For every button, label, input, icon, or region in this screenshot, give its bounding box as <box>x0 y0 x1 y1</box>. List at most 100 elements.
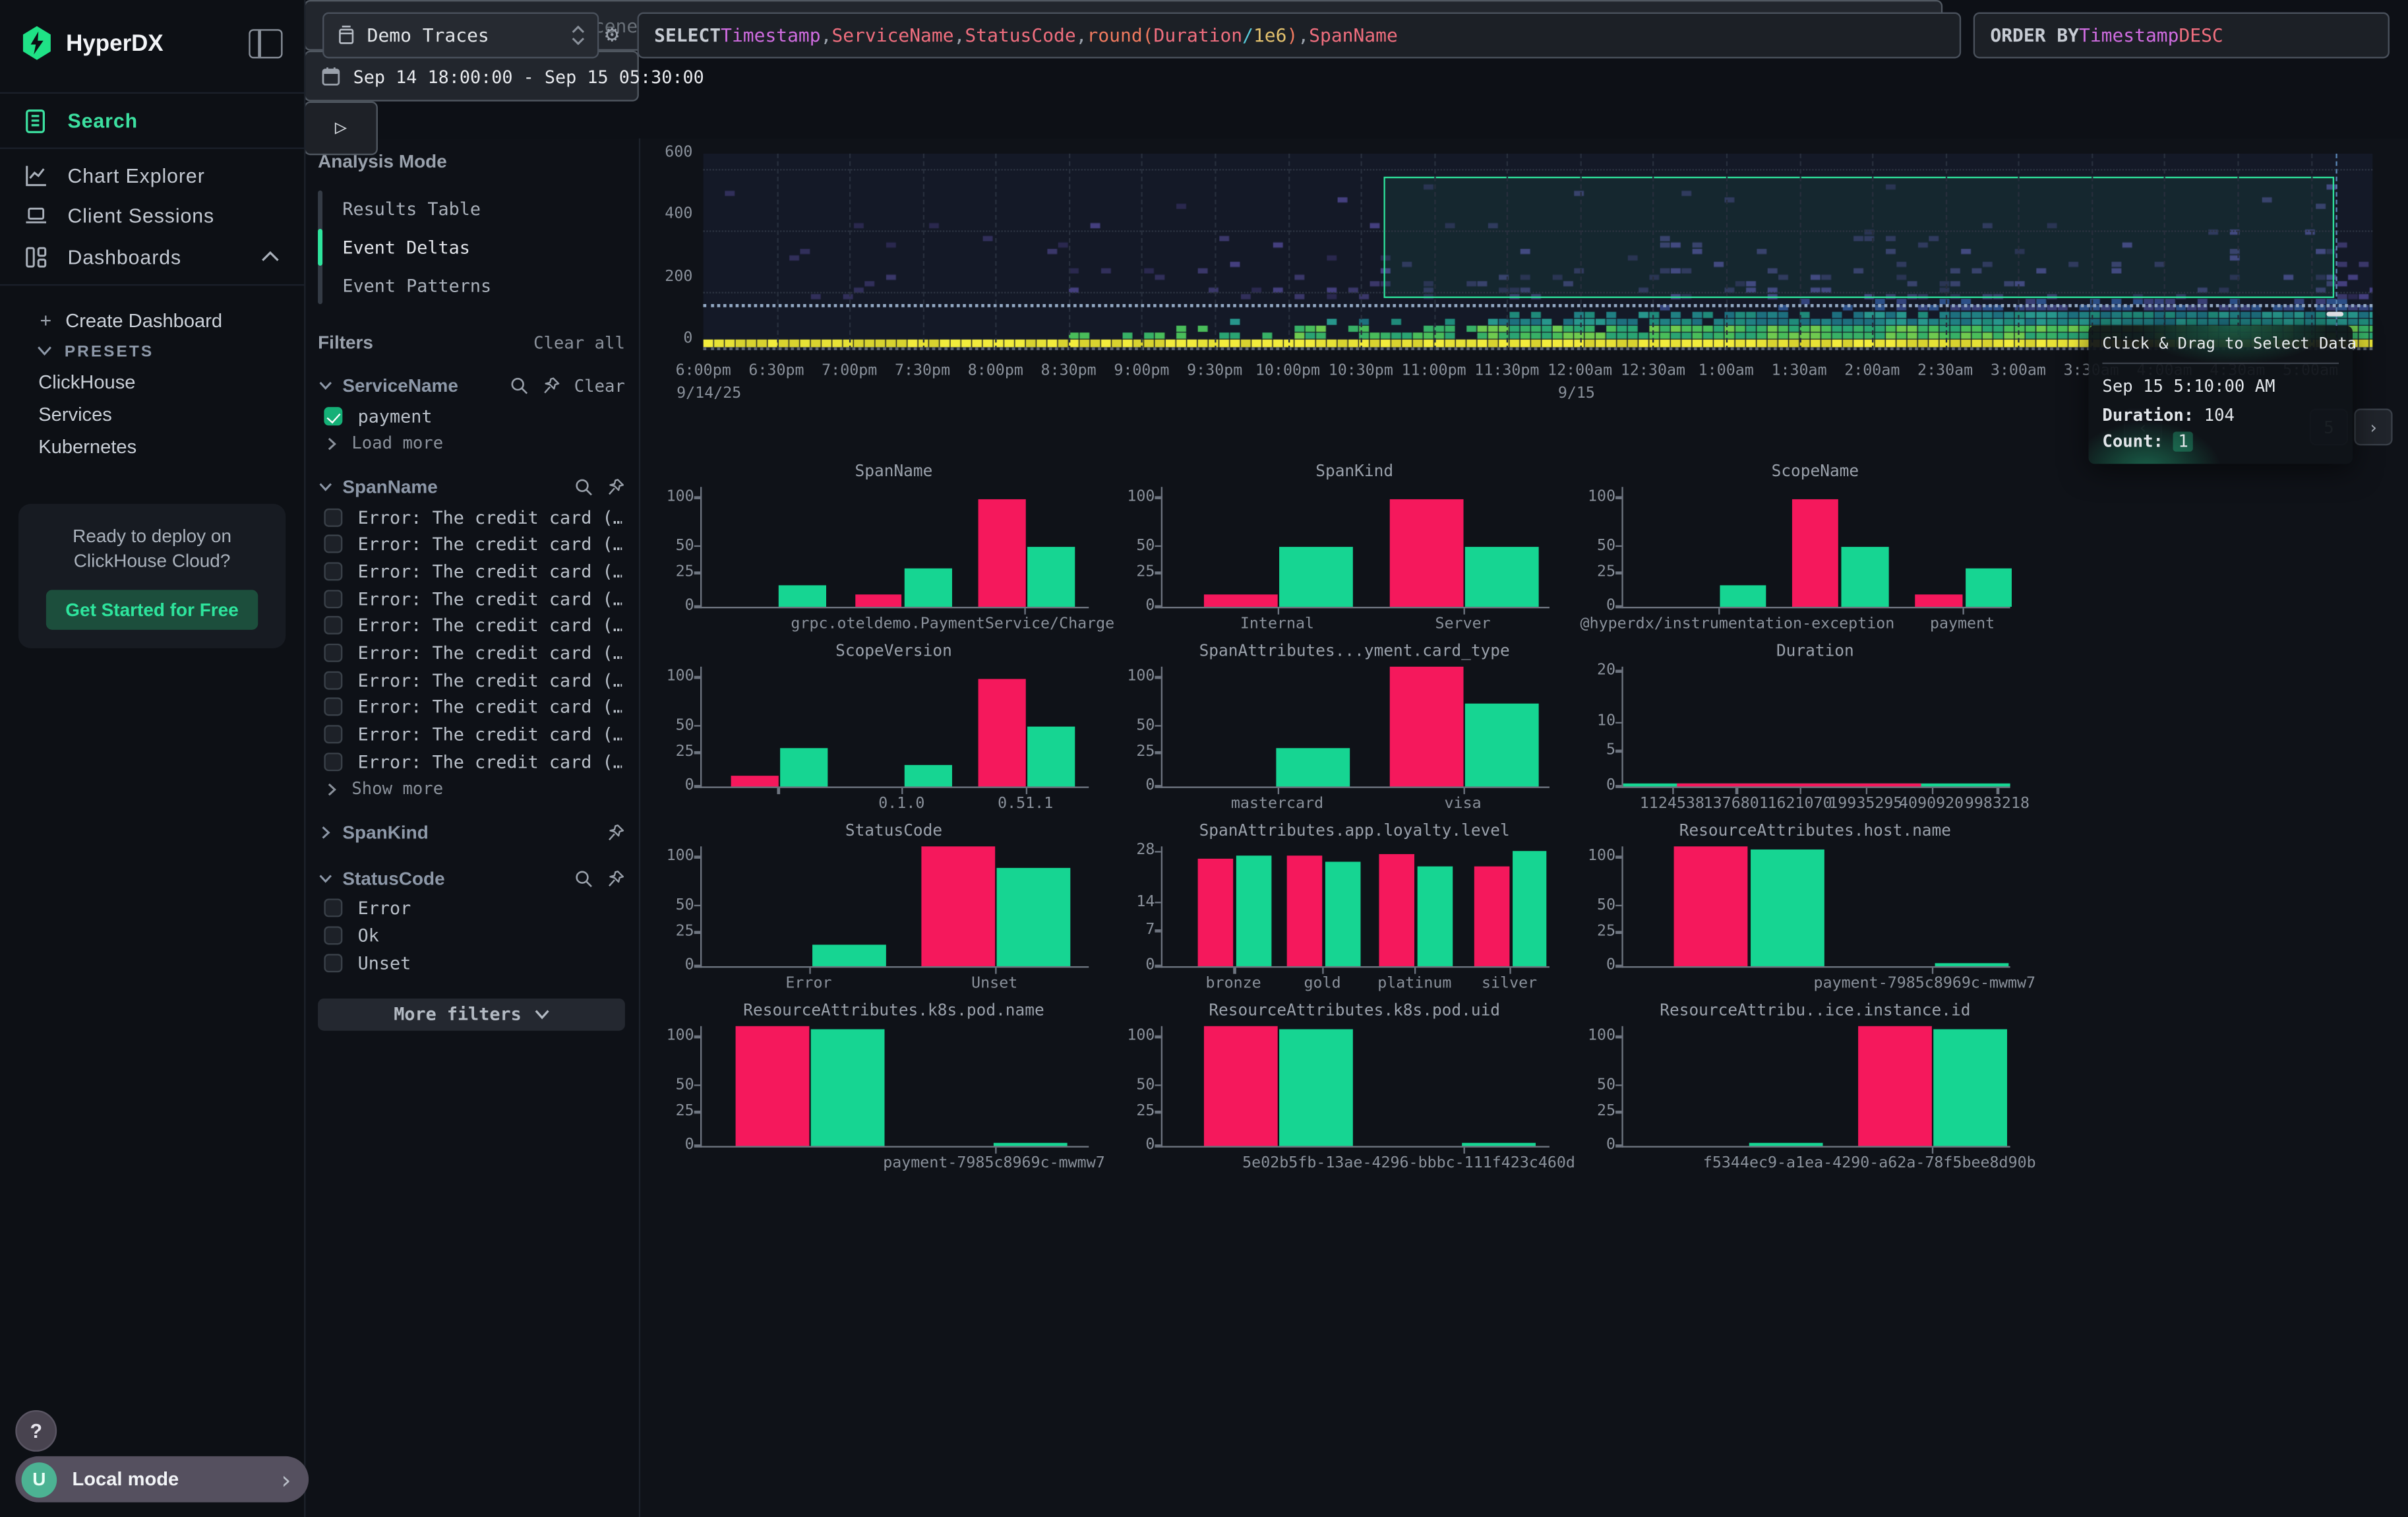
mode-results-table[interactable]: Results Table <box>342 191 491 228</box>
filter-checkbox-item[interactable]: Error: The credit card (… <box>318 666 625 693</box>
bar-ok[interactable] <box>997 869 1071 966</box>
resize-handle[interactable] <box>2326 312 2343 317</box>
bar-ok[interactable] <box>1462 1143 1536 1146</box>
bar-ok[interactable] <box>1935 963 2008 966</box>
clear-all-button[interactable]: Clear all <box>533 332 625 352</box>
preset-services[interactable]: Services <box>0 398 304 430</box>
filter-checkbox-item[interactable]: payment <box>318 402 625 429</box>
bar-error[interactable] <box>1858 1026 1932 1146</box>
bar-ok[interactable] <box>1236 855 1271 966</box>
user-menu[interactable]: U Local mode › <box>15 1456 309 1502</box>
bar-error[interactable] <box>1204 1026 1278 1146</box>
expand-more-link[interactable]: Show more <box>318 775 625 803</box>
bar-error[interactable] <box>1379 853 1414 966</box>
filter-checkbox-item[interactable]: Unset <box>318 949 625 976</box>
bar-error[interactable] <box>978 679 1026 786</box>
sidebar-item-search[interactable]: Search <box>0 100 304 141</box>
chevron-up-icon[interactable] <box>261 251 280 263</box>
chart-plot[interactable] <box>700 487 1089 608</box>
bar-error[interactable] <box>921 846 995 966</box>
filter-group-header-spanname[interactable]: SpanName <box>318 470 625 503</box>
checkbox[interactable] <box>324 900 342 918</box>
bar-error[interactable] <box>1390 500 1464 607</box>
checkbox[interactable] <box>324 535 342 553</box>
search-icon[interactable] <box>574 478 593 496</box>
preset-kubernetes[interactable]: Kubernetes <box>0 430 304 462</box>
filter-checkbox-item[interactable]: Ok <box>318 922 625 949</box>
run-query-button[interactable]: ▷ <box>304 102 378 156</box>
chart-plot[interactable] <box>700 846 1089 968</box>
bar-ok[interactable] <box>1466 704 1540 787</box>
page-next-button[interactable]: › <box>2354 409 2392 446</box>
filter-checkbox-item[interactable]: Error: The credit card (… <box>318 639 625 666</box>
bar-error[interactable] <box>1674 846 1748 966</box>
bar-error[interactable] <box>1288 855 1323 966</box>
filter-group-header-spankind[interactable]: SpanKind <box>318 815 625 849</box>
bar-error[interactable] <box>1390 667 1464 787</box>
sidebar-item-chart-explorer[interactable]: Chart Explorer <box>0 155 304 195</box>
chart-plot[interactable] <box>1161 667 1550 788</box>
filter-checkbox-item[interactable]: Error: The credit card (… <box>318 585 625 612</box>
checkbox[interactable] <box>324 698 342 716</box>
bar-error[interactable] <box>731 775 778 786</box>
checkbox[interactable] <box>324 726 342 744</box>
bar-ok[interactable] <box>1965 568 2012 607</box>
search-icon[interactable] <box>574 869 593 887</box>
chart-plot[interactable] <box>1621 487 2010 608</box>
bar-ok[interactable] <box>779 585 826 607</box>
bar-error[interactable] <box>1204 594 1278 607</box>
order-by-input[interactable]: ORDER BY Timestamp DESC <box>1973 13 2390 59</box>
filter-checkbox-item[interactable]: Error <box>318 895 625 922</box>
bar-ok[interactable] <box>904 568 951 607</box>
checkbox[interactable] <box>324 590 342 608</box>
filter-checkbox-item[interactable]: Error: The credit card (… <box>318 748 625 775</box>
chart-plot[interactable] <box>1161 846 1550 968</box>
bar-ok[interactable] <box>1750 850 1824 966</box>
gear-icon[interactable]: ⚙ <box>605 23 619 46</box>
pin-icon[interactable] <box>607 822 625 841</box>
filter-checkbox-item[interactable]: Error: The credit card (… <box>318 558 625 585</box>
chart-plot[interactable] <box>1621 667 2010 788</box>
bar-ok[interactable] <box>1325 862 1360 966</box>
pin-icon[interactable] <box>607 869 625 887</box>
bar-ok[interactable] <box>780 747 828 786</box>
bar-ok[interactable] <box>1280 1030 1354 1146</box>
bar-ok[interactable] <box>812 944 886 966</box>
bar-ok[interactable] <box>1934 1030 2008 1146</box>
pin-icon[interactable] <box>607 478 625 496</box>
checkbox[interactable] <box>324 617 342 635</box>
bar-ok[interactable] <box>905 765 952 787</box>
expand-more-link[interactable]: Load more <box>318 430 625 458</box>
bar-error[interactable] <box>1199 859 1234 966</box>
checkbox[interactable] <box>324 562 342 580</box>
filter-group-header-statuscode[interactable]: StatusCode <box>318 861 625 895</box>
mode-event-deltas[interactable]: Event Deltas <box>342 228 491 266</box>
checkbox[interactable] <box>324 753 342 771</box>
bar-ok[interactable] <box>1280 546 1354 607</box>
bar-error[interactable] <box>978 499 1026 607</box>
selection-rectangle[interactable] <box>1385 177 2334 298</box>
presets-toggle[interactable]: PRESETS <box>0 336 304 365</box>
collapse-sidebar-icon[interactable] <box>249 28 282 57</box>
get-started-button[interactable]: Get Started for Free <box>46 590 258 630</box>
chart-plot[interactable] <box>1161 487 1550 608</box>
filter-checkbox-item[interactable]: Error: The credit card (… <box>318 612 625 639</box>
filter-checkbox-item[interactable]: Error: The credit card (… <box>318 694 625 721</box>
duration-heatmap[interactable] <box>704 154 2373 350</box>
bar-error[interactable] <box>1474 866 1509 966</box>
bar-ok[interactable] <box>1749 1143 1822 1146</box>
chart-plot[interactable] <box>700 1026 1089 1148</box>
checkbox[interactable] <box>324 644 342 662</box>
checkbox[interactable] <box>324 954 342 972</box>
clear-filter-button[interactable]: Clear <box>574 376 625 396</box>
bar-ok[interactable] <box>1028 726 1075 787</box>
filter-checkbox-item[interactable]: Error: The credit card (… <box>318 531 625 558</box>
search-icon[interactable] <box>510 377 528 395</box>
bar-ok[interactable] <box>1512 851 1547 966</box>
chart-plot[interactable] <box>700 667 1089 788</box>
sidebar-item-client-sessions[interactable]: Client Sessions <box>0 195 304 235</box>
chart-plot[interactable] <box>1161 1026 1550 1148</box>
sidebar-item-dashboards[interactable]: Dashboards <box>0 235 304 278</box>
mode-event-patterns[interactable]: Event Patterns <box>342 266 491 304</box>
bar-ok[interactable] <box>1841 546 1888 607</box>
